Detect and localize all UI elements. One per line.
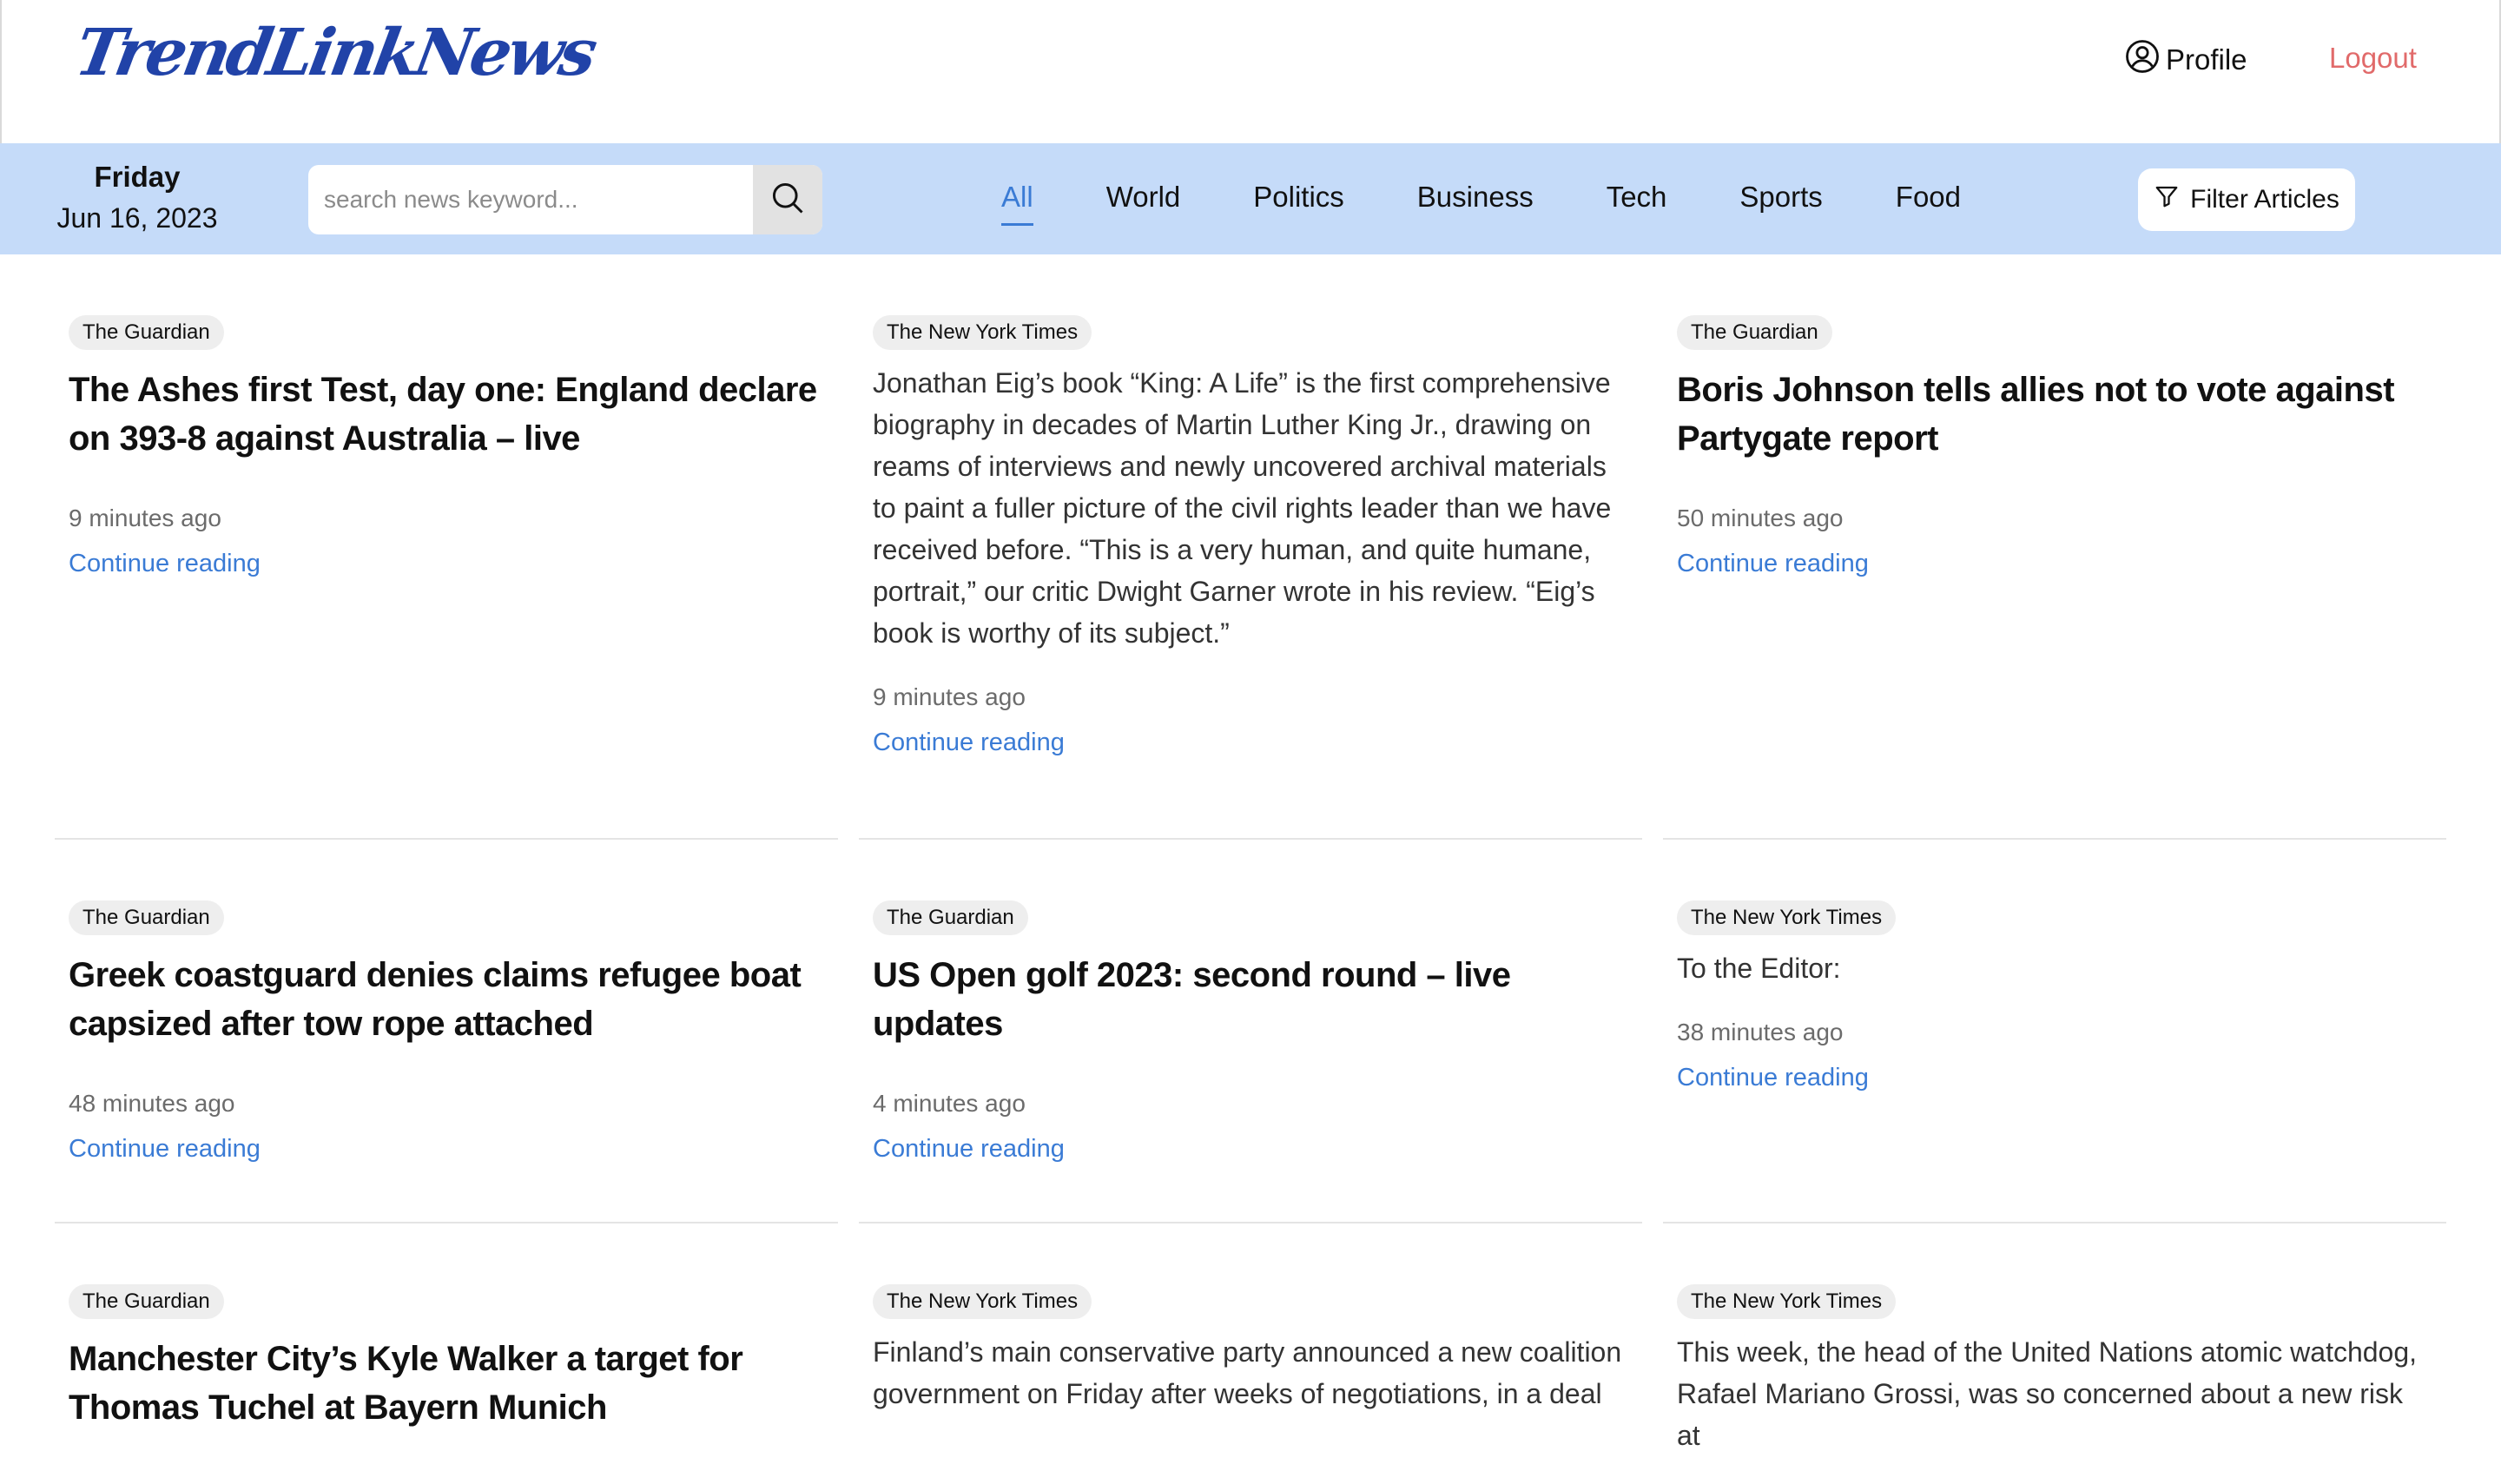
article-headline[interactable]: The Ashes first Test, day one: England d…: [69, 366, 824, 463]
article-card: The New York Times To the Editor: 38 min…: [1663, 840, 2446, 1223]
logout-link[interactable]: Logout: [2329, 42, 2417, 75]
tab-politics[interactable]: Politics: [1253, 181, 1344, 221]
continue-reading-link[interactable]: Continue reading: [1677, 550, 1869, 578]
search-button[interactable]: [753, 165, 822, 234]
continue-reading-link[interactable]: Continue reading: [69, 550, 261, 578]
tab-tech[interactable]: Tech: [1607, 181, 1667, 221]
article-card: The Guardian Boris Johnson tells allies …: [1663, 254, 2446, 840]
continue-reading-link[interactable]: Continue reading: [1677, 1064, 1869, 1092]
user-circle-icon: [2124, 38, 2161, 82]
filter-icon: [2154, 183, 2180, 216]
source-badge: The Guardian: [1677, 315, 1832, 350]
nav-bar: Friday Jun 16, 2023 All World Politics B…: [0, 143, 2501, 254]
profile-link[interactable]: Profile: [2124, 38, 2247, 82]
article-time: 38 minutes ago: [1677, 1019, 1844, 1045]
current-day: Friday: [94, 161, 181, 193]
site-logo[interactable]: TrendLinkNews: [69, 16, 599, 90]
source-badge: The New York Times: [1677, 900, 1897, 935]
article-card: The Guardian The Ashes first Test, day o…: [55, 254, 838, 840]
category-tabs: All World Politics Business Tech Sports …: [1001, 181, 2034, 233]
source-badge: The Guardian: [69, 1284, 224, 1319]
search-icon: [769, 179, 807, 221]
tab-world[interactable]: World: [1106, 181, 1181, 221]
article-time: 4 minutes ago: [873, 1090, 1026, 1117]
continue-reading-link[interactable]: Continue reading: [69, 1135, 261, 1164]
article-headline[interactable]: US Open golf 2023: second round – live u…: [873, 951, 1628, 1048]
article-time: 9 minutes ago: [873, 683, 1026, 710]
article-summary: Jonathan Eig’s book “King: A Life” is th…: [873, 367, 1612, 649]
filter-label: Filter Articles: [2190, 185, 2339, 214]
source-badge: The Guardian: [69, 900, 224, 935]
search-box: [308, 165, 822, 234]
article-summary: To the Editor:: [1677, 953, 1841, 984]
article-card: The New York Times This week, the head o…: [1663, 1223, 2446, 1484]
source-badge: The New York Times: [1677, 1284, 1897, 1319]
article-summary: This week, the head of the United Nation…: [1677, 1336, 2418, 1451]
article-grid: The Guardian The Ashes first Test, day o…: [55, 254, 2446, 1484]
tab-all[interactable]: All: [1001, 181, 1033, 226]
continue-reading-link[interactable]: Continue reading: [873, 1135, 1065, 1164]
current-date: Jun 16, 2023: [56, 202, 218, 234]
tab-food[interactable]: Food: [1896, 181, 1961, 221]
filter-articles-button[interactable]: Filter Articles: [2138, 168, 2355, 231]
profile-label: Profile: [2166, 43, 2247, 76]
article-card: The Guardian Manchester City’s Kyle Walk…: [55, 1223, 838, 1484]
continue-reading-link[interactable]: Continue reading: [873, 729, 1065, 757]
search-input[interactable]: [308, 165, 753, 234]
article-summary: Finland’s main conservative party announ…: [873, 1336, 1622, 1409]
article-time: 48 minutes ago: [69, 1090, 235, 1117]
article-headline[interactable]: Boris Johnson tells allies not to vote a…: [1677, 366, 2432, 463]
tab-business[interactable]: Business: [1417, 181, 1534, 221]
tab-sports[interactable]: Sports: [1739, 181, 1822, 221]
article-time: 9 minutes ago: [69, 505, 221, 531]
article-card: The Guardian US Open golf 2023: second r…: [859, 840, 1642, 1223]
article-card: The New York Times Jonathan Eig’s book “…: [859, 254, 1642, 840]
top-header: TrendLinkNews Profile Logout: [0, 0, 2501, 143]
source-badge: The Guardian: [69, 315, 224, 350]
article-headline[interactable]: Greek coastguard denies claims refugee b…: [69, 951, 824, 1048]
article-card: The Guardian Greek coastguard denies cla…: [55, 840, 838, 1223]
article-headline[interactable]: Manchester City’s Kyle Walker a target f…: [69, 1335, 824, 1432]
source-badge: The Guardian: [873, 900, 1028, 935]
source-badge: The New York Times: [873, 315, 1092, 350]
article-time: 50 minutes ago: [1677, 505, 1844, 531]
source-badge: The New York Times: [873, 1284, 1092, 1319]
article-card: The New York Times Finland’s main conser…: [859, 1223, 1642, 1484]
